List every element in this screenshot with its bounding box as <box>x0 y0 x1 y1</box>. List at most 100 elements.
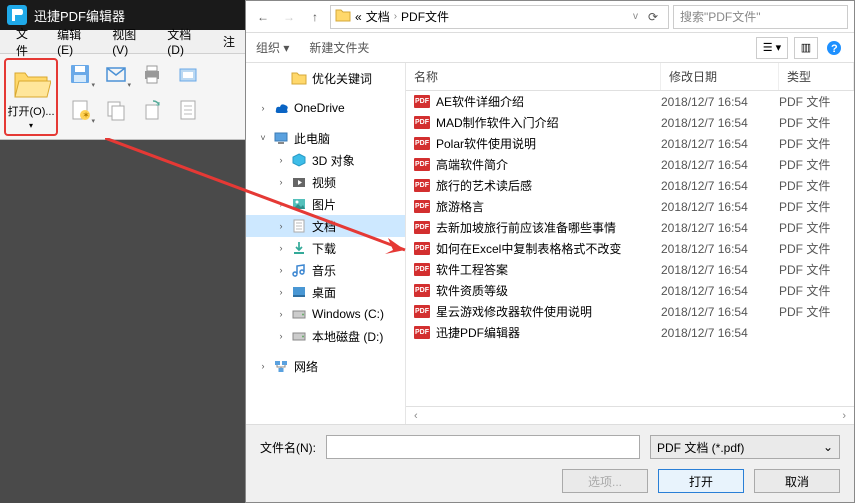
disk-icon <box>291 306 307 322</box>
pdf-icon: PDF <box>414 179 430 192</box>
file-row[interactable]: PDFAE软件详细介绍2018/12/7 16:54PDF 文件 <box>406 91 854 112</box>
scroll-right-button[interactable]: › <box>838 410 850 422</box>
tree-item[interactable]: ›文档 <box>246 215 405 237</box>
file-row[interactable]: PDF高端软件简介2018/12/7 16:54PDF 文件 <box>406 154 854 175</box>
tree-item[interactable]: › 桌面 <box>246 281 405 303</box>
twist-icon: › <box>276 287 286 297</box>
copy-button[interactable] <box>100 94 132 126</box>
tree-item[interactable]: ›视频 <box>246 171 405 193</box>
tree-item[interactable]: 优化关键词 <box>246 67 405 89</box>
col-type[interactable]: 类型 <box>779 63 854 90</box>
menu-annotate[interactable]: 注 <box>213 33 245 50</box>
email-button[interactable]: ▾ <box>100 58 132 90</box>
menu-file[interactable]: 文件 <box>6 25 47 59</box>
menu-bar: 文件 编辑(E) 视图(V) 文档(D) 注 <box>0 30 245 54</box>
tree-item[interactable]: ›图片 <box>246 193 405 215</box>
preview-pane-button[interactable]: ▥ <box>794 37 818 59</box>
file-row[interactable]: PDF如何在Excel中复制表格格式不改变2018/12/7 16:54PDF … <box>406 238 854 259</box>
open-file-button[interactable]: 打开 <box>658 469 744 493</box>
rotate-button[interactable] <box>136 94 168 126</box>
more-button[interactable] <box>172 94 204 126</box>
file-row[interactable]: PDFPolar软件使用说明2018/12/7 16:54PDF 文件 <box>406 133 854 154</box>
file-name: 去新加坡旅行前应该准备哪些事情 <box>436 219 616 236</box>
tree-item[interactable]: ›Windows (C:) <box>246 303 405 325</box>
file-row[interactable]: PDF软件工程答案2018/12/7 16:54PDF 文件 <box>406 259 854 280</box>
folder-open-icon <box>11 65 51 101</box>
tree-item[interactable]: ›OneDrive <box>246 97 405 119</box>
organize-button[interactable]: 组织 ▾ <box>256 39 289 56</box>
filename-input[interactable] <box>326 435 640 459</box>
crumb-1[interactable]: 文档 <box>366 8 390 25</box>
file-row[interactable]: PDF迅捷PDF编辑器2018/12/7 16:54 <box>406 322 854 343</box>
view-mode-button[interactable]: ☰ ▾ <box>756 37 788 59</box>
breadcrumb[interactable]: « 文档 › PDF文件 v ⟳ <box>330 5 669 29</box>
file-row[interactable]: PDF去新加坡旅行前应该准备哪些事情2018/12/7 16:54PDF 文件 <box>406 217 854 238</box>
h-scrollbar[interactable]: ‹ › <box>406 406 854 424</box>
newfolder-button[interactable]: 新建文件夹 <box>309 39 369 56</box>
help-button[interactable]: ? <box>824 38 844 58</box>
tree-item[interactable]: ›本地磁盘 (D:) <box>246 325 405 347</box>
file-filter-dropdown[interactable]: PDF 文档 (*.pdf) ⌄ <box>650 435 840 459</box>
tree-item[interactable]: ›网络 <box>246 355 405 377</box>
file-type: PDF 文件 <box>779 261 854 278</box>
print-icon <box>141 63 163 85</box>
app-title: 迅捷PDF编辑器 <box>34 6 125 25</box>
file-date: 2018/12/7 16:54 <box>661 179 779 193</box>
dialog-nav: ← → ↑ « 文档 › PDF文件 v ⟳ 搜索"PDF文件" <box>246 1 854 33</box>
pc-icon <box>273 130 289 146</box>
doc-icon <box>177 99 199 121</box>
save-button[interactable]: ▾ <box>64 58 96 90</box>
toolbar: 打开(O)... ▾ ▾ ▾ ✶▾ <box>0 54 245 140</box>
file-date: 2018/12/7 16:54 <box>661 242 779 256</box>
tree-item[interactable]: ›3D 对象 <box>246 149 405 171</box>
pdf-icon: PDF <box>414 263 430 276</box>
new-doc-button[interactable]: ✶▾ <box>64 94 96 126</box>
options-button[interactable]: 选项... <box>562 469 648 493</box>
file-date: 2018/12/7 16:54 <box>661 116 779 130</box>
pdf-icon: PDF <box>414 95 430 108</box>
col-name[interactable]: 名称 <box>406 63 661 90</box>
tree-item-label: 桌面 <box>312 284 336 301</box>
file-row[interactable]: PDF软件资质等级2018/12/7 16:54PDF 文件 <box>406 280 854 301</box>
file-row[interactable]: PDF旅游格言2018/12/7 16:54PDF 文件 <box>406 196 854 217</box>
file-row[interactable]: PDFMAD制作软件入门介绍2018/12/7 16:54PDF 文件 <box>406 112 854 133</box>
pdf-icon: PDF <box>414 158 430 171</box>
file-name: 软件资质等级 <box>436 282 508 299</box>
search-input[interactable]: 搜索"PDF文件" <box>673 5 848 29</box>
print-button[interactable] <box>136 58 168 90</box>
dropdown-icon[interactable]: v <box>633 11 638 22</box>
cancel-button[interactable]: 取消 <box>754 469 840 493</box>
file-list-body[interactable]: PDFAE软件详细介绍2018/12/7 16:54PDF 文件PDFMAD制作… <box>406 91 854 406</box>
folder-tree[interactable]: 优化关键词›OneDrive˅此电脑›3D 对象›视频›图片›文档›下载›音乐›… <box>246 63 406 424</box>
file-date: 2018/12/7 16:54 <box>661 137 779 151</box>
file-open-dialog: ← → ↑ « 文档 › PDF文件 v ⟳ 搜索"PDF文件" 组织 ▾ 新建… <box>245 0 855 503</box>
scan-button[interactable] <box>172 58 204 90</box>
refresh-button[interactable]: ⟳ <box>642 6 664 28</box>
scan-icon <box>177 63 199 85</box>
menu-edit[interactable]: 编辑(E) <box>47 26 102 57</box>
file-row[interactable]: PDF星云游戏修改器软件使用说明2018/12/7 16:54PDF 文件 <box>406 301 854 322</box>
copy-icon <box>105 99 127 121</box>
file-date: 2018/12/7 16:54 <box>661 305 779 319</box>
file-type: PDF 文件 <box>779 156 854 173</box>
file-name: AE软件详细介绍 <box>436 93 524 110</box>
open-button[interactable]: 打开(O)... ▾ <box>4 58 58 136</box>
file-row[interactable]: PDF旅行的艺术读后感2018/12/7 16:54PDF 文件 <box>406 175 854 196</box>
forward-button[interactable]: → <box>278 6 300 28</box>
tree-item[interactable]: ›下载 <box>246 237 405 259</box>
desk-icon <box>291 284 307 300</box>
menu-document[interactable]: 文档(D) <box>157 26 213 57</box>
svg-text:✶: ✶ <box>82 110 90 120</box>
scroll-left-button[interactable]: ‹ <box>410 410 422 422</box>
rotate-icon <box>141 99 163 121</box>
tree-item[interactable]: ˅此电脑 <box>246 127 405 149</box>
tree-item-label: 视频 <box>312 174 336 191</box>
up-button[interactable]: ↑ <box>304 6 326 28</box>
crumb-2[interactable]: PDF文件 <box>401 8 449 25</box>
back-button[interactable]: ← <box>252 6 274 28</box>
pdf-icon: PDF <box>414 242 430 255</box>
col-date[interactable]: 修改日期 <box>661 63 779 90</box>
breadcrumb-root[interactable]: « <box>355 10 362 24</box>
menu-view[interactable]: 视图(V) <box>102 26 157 57</box>
tree-item[interactable]: ›音乐 <box>246 259 405 281</box>
